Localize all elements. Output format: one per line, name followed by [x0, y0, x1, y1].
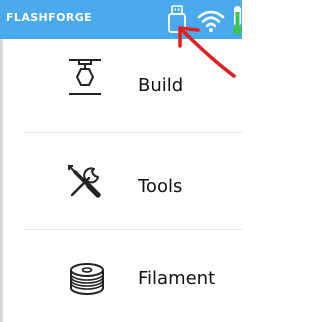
menu-item-tools[interactable]: Tools: [3, 133, 242, 229]
build-icon: [69, 59, 101, 95]
red-arrow-annotation: [178, 26, 236, 78]
printer-screen: FLASHFORGE Build Tools Filament: [0, 0, 242, 322]
menu-item-label-tools: Tools: [138, 176, 183, 197]
brand-logo: FLASHFORGE: [6, 11, 93, 24]
menu-item-filament[interactable]: Filament: [3, 230, 242, 322]
menu-item-label-filament: Filament: [138, 268, 216, 289]
tools-icon: [68, 165, 101, 198]
filament-icon: [70, 263, 104, 295]
